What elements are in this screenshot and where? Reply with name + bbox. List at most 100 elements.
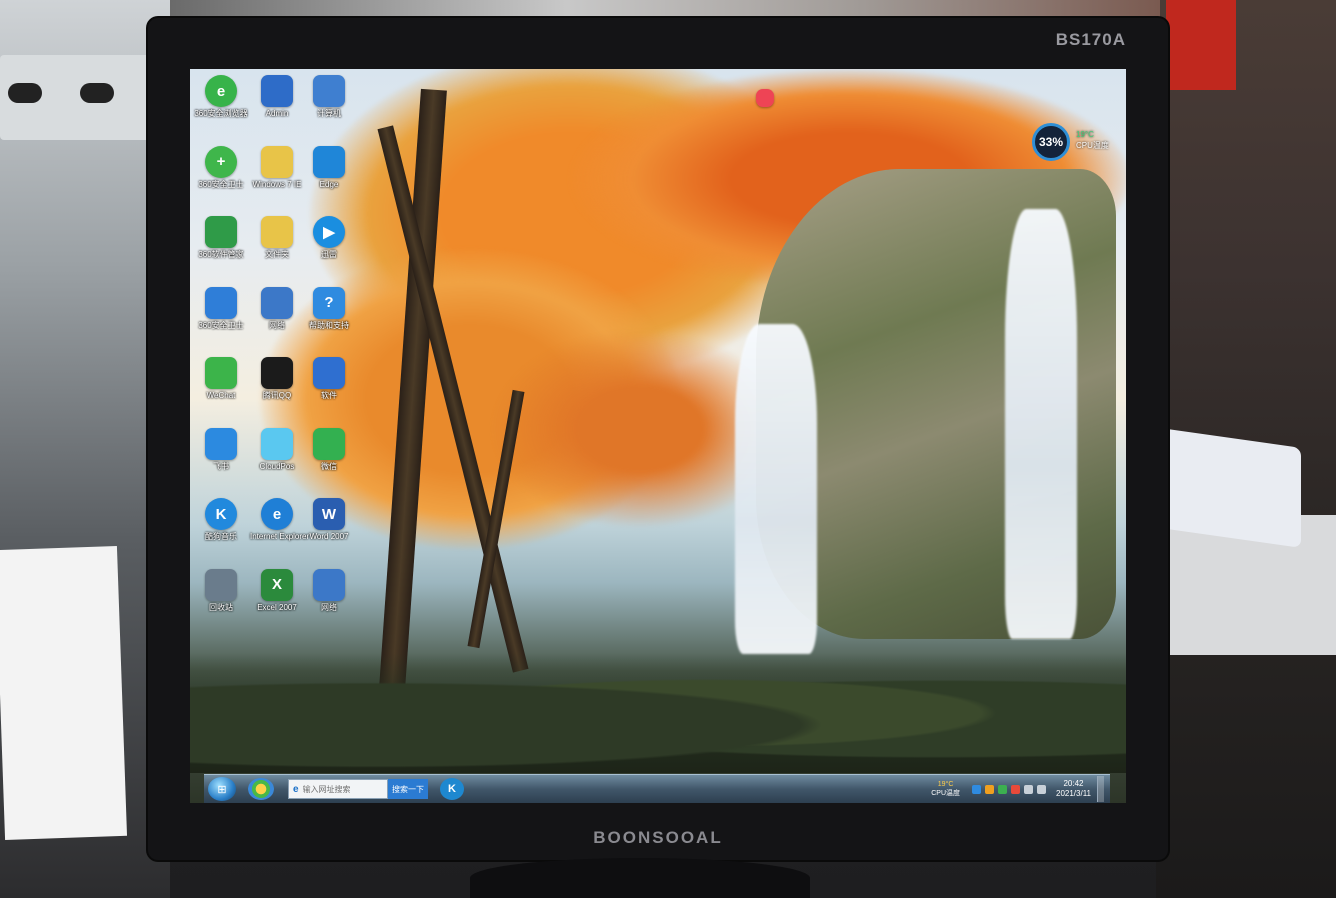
shortcut-label: 迅雷 bbox=[321, 250, 337, 259]
search-placeholder: 输入网址搜索 bbox=[302, 784, 351, 794]
kugou-icon: K bbox=[205, 498, 237, 530]
show-desktop-button[interactable] bbox=[1097, 776, 1104, 802]
chat-shortcut[interactable]: 微信 bbox=[302, 427, 356, 472]
shortcut-label: 文件夹 bbox=[265, 250, 289, 259]
cloud-icon bbox=[261, 427, 293, 460]
cpu-usage-gauge: 33% bbox=[1032, 123, 1070, 161]
shortcut-label: 360安全浏览器 bbox=[194, 109, 248, 118]
background-red-object bbox=[1166, 0, 1236, 90]
folder-shortcut[interactable]: Windows 7 IE bbox=[250, 145, 304, 190]
shortcut-label: 360安全卫士 bbox=[198, 179, 244, 189]
clock[interactable]: 20:42 2021/3/11 bbox=[1056, 779, 1091, 799]
play-shortcut[interactable]: ▶ 迅雷 bbox=[302, 216, 356, 260]
edge-shortcut[interactable]: Edge bbox=[302, 145, 356, 190]
shortcut-label: Word 2007 bbox=[309, 532, 349, 541]
network-icon[interactable] bbox=[1024, 784, 1033, 794]
excel-shortcut[interactable]: X Excel 2007 bbox=[250, 568, 304, 613]
help-icon: ? bbox=[313, 286, 345, 319]
system-tray: 19°C CPU温度 20:42 2021/3/11 bbox=[931, 775, 1110, 803]
waterfall bbox=[1005, 209, 1077, 639]
search-input[interactable]: e 输入网址搜索 bbox=[288, 779, 388, 799]
shelf-hole bbox=[8, 83, 42, 103]
tray-app-icon[interactable] bbox=[985, 784, 994, 794]
ie-icon: e bbox=[293, 783, 299, 795]
start-button[interactable]: ⊞ bbox=[208, 777, 236, 801]
background-keyboard bbox=[1161, 428, 1301, 548]
edge-icon bbox=[313, 145, 345, 178]
background-paper bbox=[0, 545, 128, 841]
cloud-shortcut[interactable]: CloudPos bbox=[250, 427, 304, 472]
shortcut-label: Admin bbox=[265, 109, 289, 118]
desktop-screen[interactable]: e 360安全浏览器 Admin 计算机 +360安全卫士 Windows 7 IE Edg… bbox=[190, 69, 1126, 803]
app-icon bbox=[313, 357, 345, 389]
tray-app-icon[interactable] bbox=[972, 784, 981, 794]
cpu-temp-value: 19°C bbox=[1076, 130, 1094, 139]
360-safe-icon: + bbox=[205, 145, 237, 178]
search-button[interactable]: 搜索一下 bbox=[388, 779, 428, 799]
help-shortcut[interactable]: ? 帮助和支持 bbox=[302, 286, 356, 331]
wechat-icon bbox=[205, 357, 237, 389]
waterfall bbox=[735, 324, 817, 654]
shortcut-label: CloudPos bbox=[259, 461, 295, 471]
shortcut-label: 计算机 bbox=[317, 109, 341, 118]
bird-shortcut[interactable]: 飞书 bbox=[194, 427, 248, 472]
shortcut-label: 360软件管家 bbox=[198, 250, 244, 259]
user-folder-shortcut[interactable]: Admin bbox=[250, 75, 304, 119]
ie-icon: e bbox=[261, 498, 293, 530]
360-browser-shortcut[interactable]: e 360安全浏览器 bbox=[194, 75, 248, 119]
shield-icon bbox=[205, 286, 237, 319]
cpu-widget[interactable]: 33% 19°C CPU温度 bbox=[1032, 123, 1118, 165]
word-icon: W bbox=[313, 498, 345, 530]
qq-icon bbox=[261, 357, 293, 389]
kugou-shortcut[interactable]: K 酷狗音乐 bbox=[194, 498, 248, 542]
clock-date: 2021/3/11 bbox=[1056, 789, 1091, 798]
shortcut-label: 微信 bbox=[321, 461, 337, 471]
tray-temp-label: CPU温度 bbox=[931, 790, 960, 797]
monitor-brand: BOONSOOAL bbox=[593, 828, 723, 847]
network-icon bbox=[261, 286, 293, 319]
network-icon bbox=[313, 568, 345, 601]
taskbar: ⊞ e 输入网址搜索 搜索一下 K 19°C CPU温度 20:42 2021/… bbox=[204, 774, 1110, 803]
kugou-taskbar-icon[interactable]: K bbox=[440, 778, 464, 800]
app-shortcut[interactable]: 软件 bbox=[302, 357, 356, 401]
shortcut-label: 飞书 bbox=[213, 461, 229, 471]
folder-shortcut[interactable]: 文件夹 bbox=[250, 216, 304, 260]
tray-cpu-temp[interactable]: 19°C CPU温度 bbox=[931, 780, 960, 798]
recycle-bin-shortcut[interactable]: 回收站 bbox=[194, 568, 248, 613]
ie-shortcut[interactable]: e Internet Explorer bbox=[250, 498, 309, 542]
clock-time: 20:42 bbox=[1063, 779, 1084, 788]
360-launcher-icon[interactable] bbox=[248, 778, 274, 800]
background-shelf bbox=[0, 55, 150, 140]
tray-app-icon[interactable] bbox=[998, 784, 1007, 794]
excel-icon: X bbox=[261, 568, 293, 601]
tray-app-icon[interactable] bbox=[1011, 784, 1020, 794]
shirt-icon[interactable] bbox=[750, 89, 780, 107]
monitor-stand bbox=[470, 858, 810, 898]
tray-temp-value: 19°C bbox=[937, 781, 954, 788]
360-safe-shortcut[interactable]: +360安全卫士 bbox=[194, 145, 248, 190]
shield-shortcut[interactable]: 360安全卫士 bbox=[194, 286, 248, 331]
shortcut-label: 腾讯QQ bbox=[262, 391, 292, 400]
wechat-shortcut[interactable]: WeChat bbox=[194, 357, 248, 401]
shortcut-label: 网络 bbox=[321, 602, 337, 612]
recycle-bin-icon bbox=[205, 568, 237, 601]
shortcut-label: WeChat bbox=[206, 391, 236, 400]
network-shortcut[interactable]: 网络 bbox=[250, 286, 304, 331]
shortcut-label: 网络 bbox=[269, 320, 285, 330]
360-browser-icon: e bbox=[205, 75, 237, 107]
shortcut-label: 酷狗音乐 bbox=[205, 532, 237, 541]
shelf-hole bbox=[80, 83, 114, 103]
mossy-rocks bbox=[190, 653, 1126, 773]
computer-shortcut[interactable]: 计算机 bbox=[302, 75, 356, 119]
volume-icon[interactable] bbox=[1037, 784, 1046, 794]
360-software-shortcut[interactable]: 360软件管家 bbox=[194, 216, 248, 260]
network-shortcut[interactable]: 网络 bbox=[302, 568, 356, 613]
qq-shortcut[interactable]: 腾讯QQ bbox=[250, 357, 304, 401]
shortcut-label: 360安全卫士 bbox=[198, 320, 244, 330]
shortcut-label: 帮助和支持 bbox=[309, 320, 349, 330]
shortcut-label: Edge bbox=[319, 179, 339, 189]
user-folder-icon bbox=[261, 75, 293, 107]
cpu-temperature: 19°C CPU温度 bbox=[1076, 129, 1109, 151]
word-shortcut[interactable]: W Word 2007 bbox=[302, 498, 356, 542]
shortcut-label: 软件 bbox=[321, 391, 337, 400]
